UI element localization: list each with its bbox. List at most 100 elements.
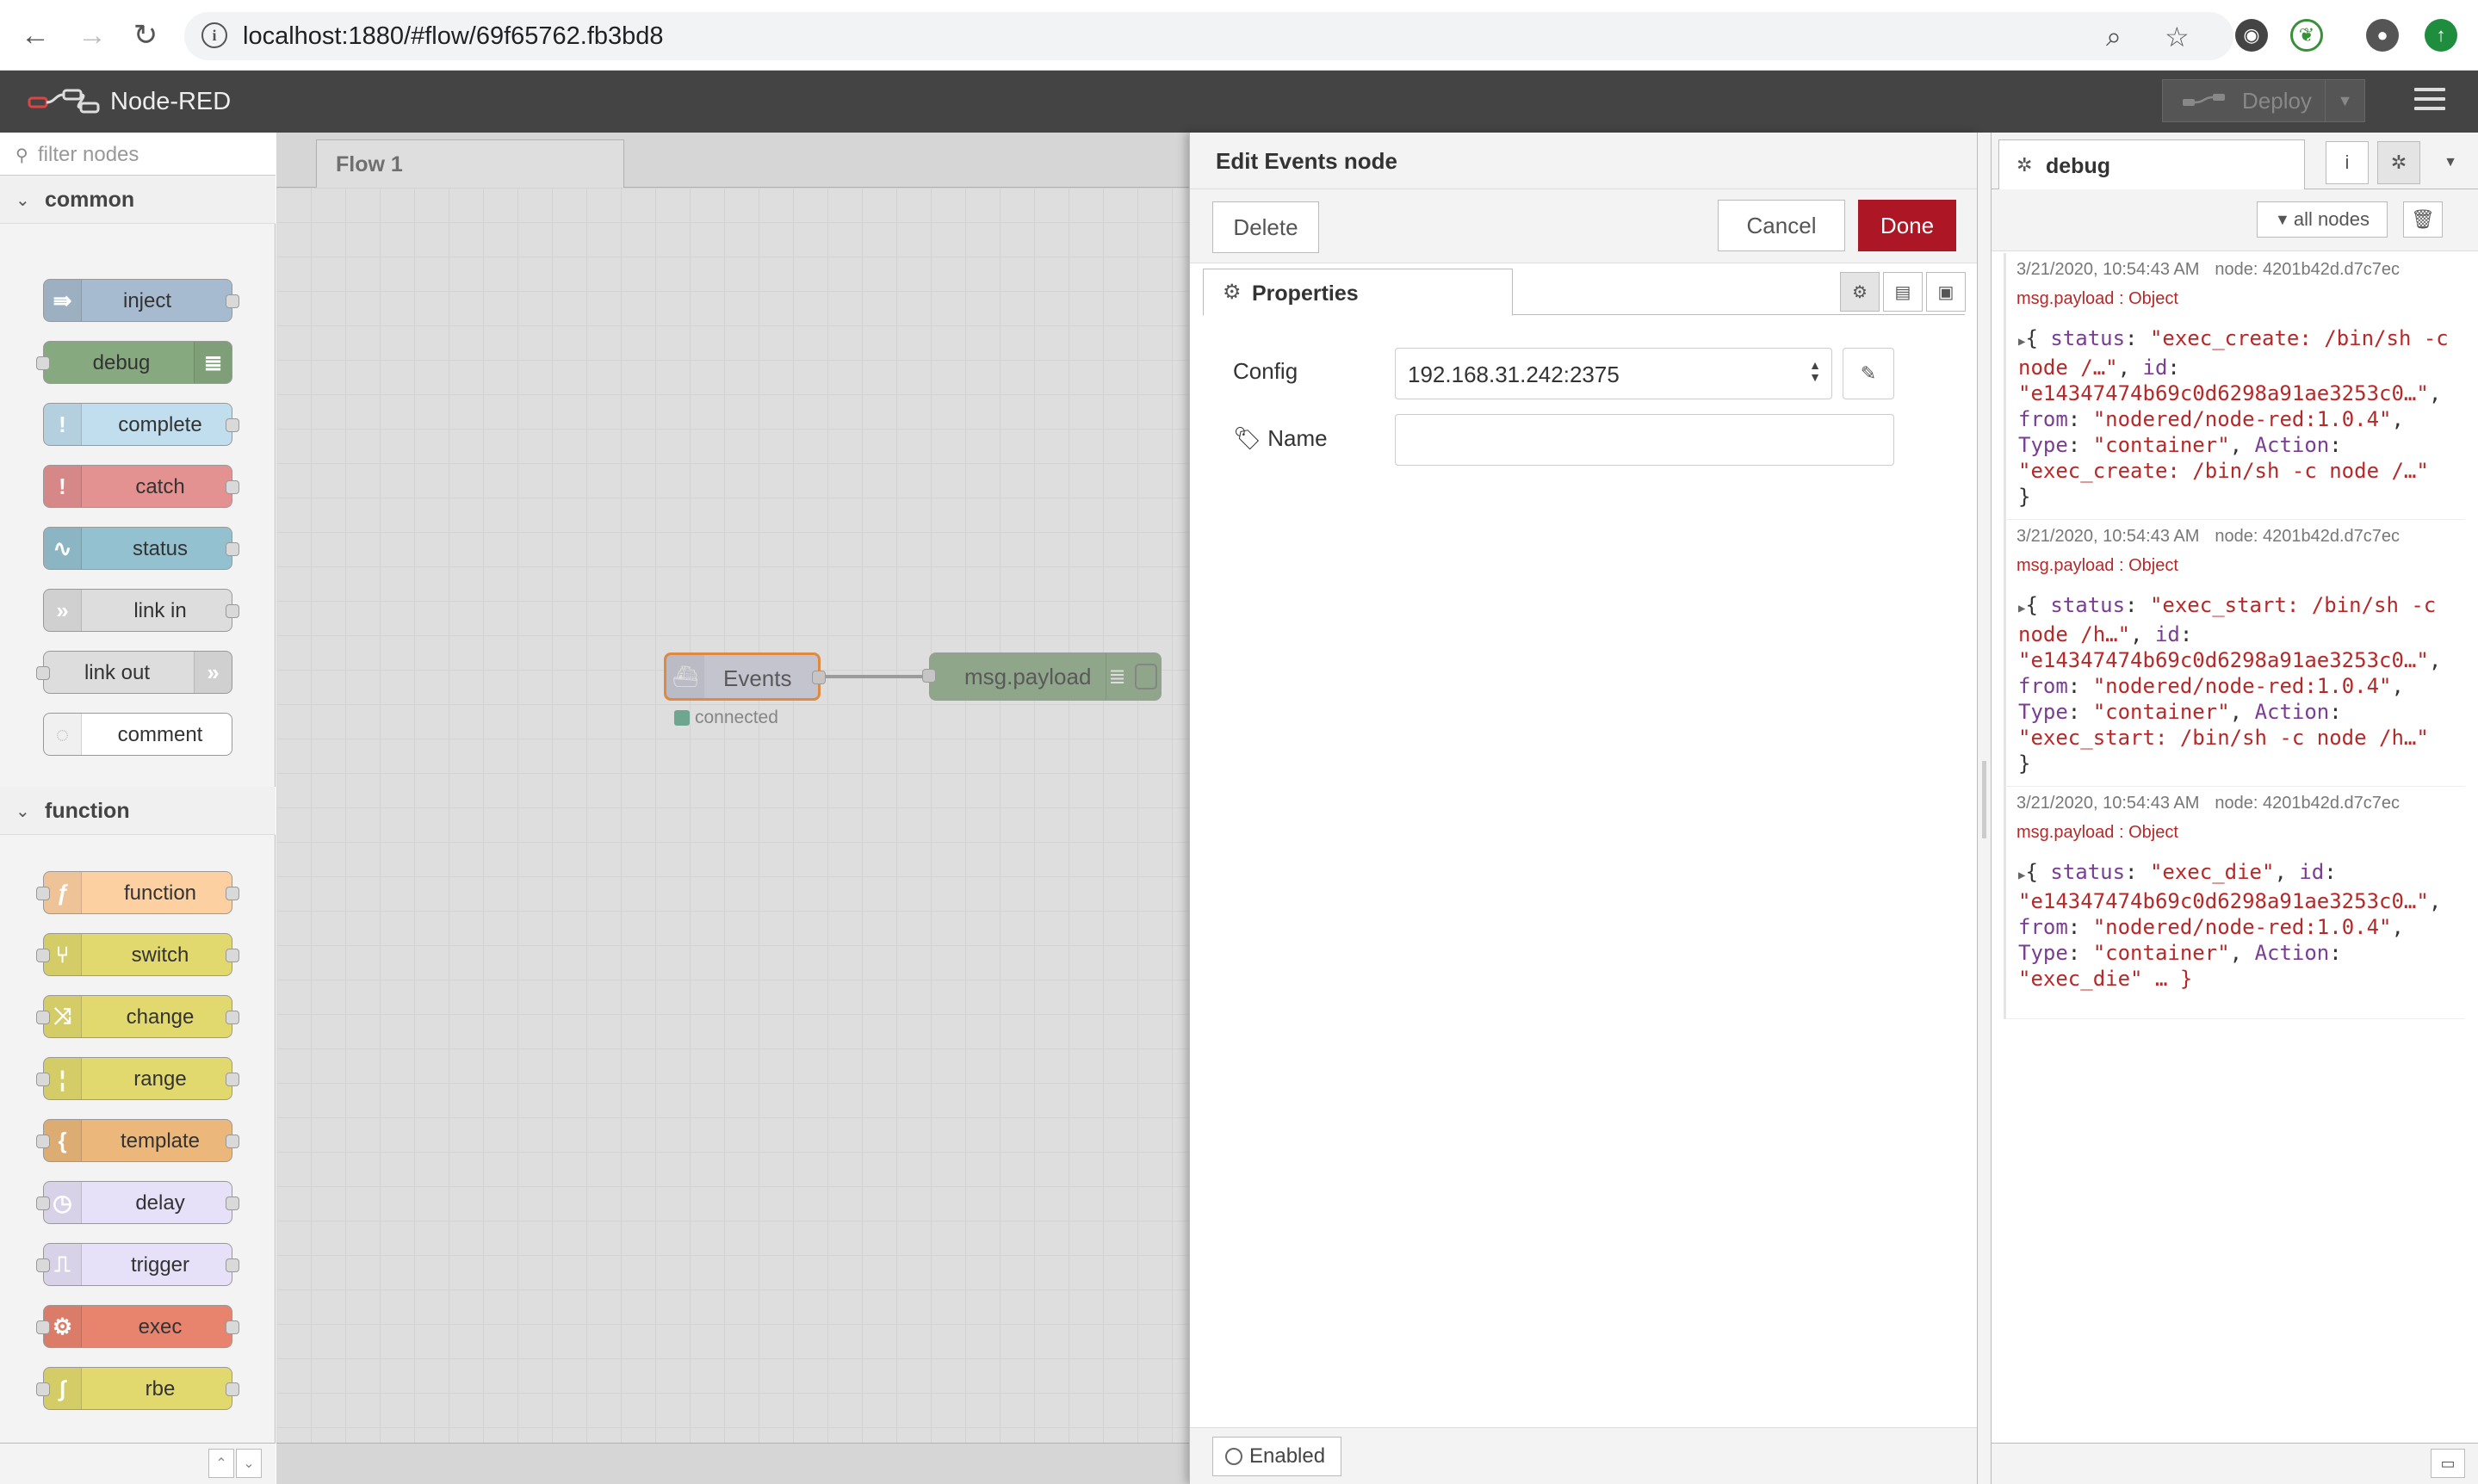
appearance-icon[interactable]: ▣ bbox=[1926, 272, 1966, 312]
palette-node-link-out[interactable]: link out » bbox=[36, 651, 232, 694]
description-doc-icon[interactable]: ▤ bbox=[1883, 272, 1923, 312]
deploy-dropdown-icon[interactable]: ▼ bbox=[2325, 80, 2364, 121]
zoom-icon[interactable]: ⌕ bbox=[2106, 21, 2122, 53]
done-button[interactable]: Done bbox=[1858, 200, 1956, 251]
debug-sidebar: ✲ debug i ✲ ▼ ▼ all nodes 🗑 3/21/2020, 1… bbox=[1991, 133, 2478, 1484]
palette-node-link-in[interactable]: » link in bbox=[43, 589, 239, 632]
tab-properties[interactable]: ⚙ Properties bbox=[1203, 269, 1513, 316]
browser-toolbar: ← → ↻ i localhost:1880/#flow/69f65762.fb… bbox=[0, 0, 2478, 71]
config-select[interactable]: 192.168.31.242:2375 ▲ ▼ bbox=[1395, 348, 1832, 399]
settings-gear-icon[interactable]: ⚙ bbox=[1840, 272, 1880, 312]
hamburger-menu-icon[interactable] bbox=[2414, 88, 2445, 115]
name-input[interactable] bbox=[1395, 414, 1894, 466]
output-port bbox=[226, 604, 239, 618]
filter-nodes-input[interactable]: filter nodes bbox=[38, 143, 139, 167]
palette-node-rbe[interactable]: ∫ rbe bbox=[36, 1367, 239, 1410]
name-label: 🏷 Name bbox=[1233, 425, 1328, 451]
arrow-in-icon: ⇛ bbox=[44, 280, 82, 321]
filter-all-nodes-button[interactable]: ▼ all nodes bbox=[2257, 201, 2388, 238]
sidebar-splitter[interactable] bbox=[1977, 133, 1991, 1484]
input-port bbox=[36, 1135, 50, 1148]
monitor-icon[interactable]: ▭ bbox=[2431, 1449, 2465, 1478]
clear-trash-icon[interactable]: 🗑 bbox=[2403, 201, 2443, 238]
palette-node-function[interactable]: ƒ function bbox=[36, 871, 239, 914]
profile-avatar-icon[interactable]: ● bbox=[2366, 19, 2399, 52]
palette-node-complete[interactable]: ! complete bbox=[43, 403, 239, 446]
palette-node-change[interactable]: ⤨ change bbox=[36, 995, 239, 1038]
tray-footer: Enabled bbox=[1190, 1427, 1978, 1484]
sidebar-dropdown-icon[interactable]: ▼ bbox=[2429, 141, 2472, 184]
forward-arrow-icon[interactable]: → bbox=[72, 15, 112, 55]
enabled-toggle[interactable]: Enabled bbox=[1212, 1437, 1341, 1476]
search-icon: ⚲ bbox=[15, 146, 28, 165]
message-type: msg.payload : Object bbox=[2016, 289, 2178, 308]
collapse-all-icon[interactable]: ⌃ bbox=[208, 1449, 234, 1478]
input-port bbox=[36, 356, 50, 370]
bookmark-star-icon[interactable]: ☆ bbox=[2165, 21, 2190, 53]
tab-debug[interactable]: ✲ debug bbox=[1998, 139, 2305, 190]
output-port bbox=[226, 1073, 239, 1086]
extension-icon[interactable]: ◉ bbox=[2235, 19, 2268, 52]
edit-node-tray: Edit Events node Delete Cancel Done ⚙ Pr… bbox=[1189, 133, 1978, 1484]
output-port bbox=[226, 1382, 239, 1396]
update-icon[interactable]: ↑ bbox=[2425, 19, 2457, 52]
speech-bubble-icon: ◌ bbox=[44, 714, 82, 755]
palette-search[interactable]: ⚲ filter nodes bbox=[0, 133, 276, 176]
back-arrow-icon[interactable]: ← bbox=[15, 15, 55, 55]
input-port bbox=[36, 1320, 50, 1334]
extension-leaf-icon[interactable]: ❦ bbox=[2290, 19, 2323, 52]
message-type: msg.payload : Object bbox=[2016, 556, 2178, 575]
palette-node-template[interactable]: { template bbox=[36, 1119, 239, 1162]
gear-icon: ⚙ bbox=[1223, 281, 1242, 304]
palette-node-range[interactable]: ¦ range bbox=[36, 1057, 239, 1100]
input-port bbox=[36, 1196, 50, 1210]
expand-all-icon[interactable]: ⌄ bbox=[236, 1449, 262, 1478]
tray-header: Edit Events node bbox=[1190, 133, 1978, 189]
sidebar-tabs: ✲ debug i ✲ ▼ bbox=[1992, 133, 2478, 190]
output-port bbox=[226, 294, 239, 308]
debug-message[interactable]: 3/21/2020, 10:54:43 AM node: 4201b42d.d7c… bbox=[2004, 253, 2465, 520]
palette-node-debug[interactable]: debug ≣ bbox=[36, 341, 232, 384]
debug-bug-icon[interactable]: ✲ bbox=[2377, 141, 2420, 184]
output-port bbox=[226, 1320, 239, 1334]
palette-node-delay[interactable]: ◷ delay bbox=[36, 1181, 239, 1224]
link-in-icon: » bbox=[44, 590, 82, 631]
flow-workspace: Flow 1 ⛴ Events connected msg.payload ≣ bbox=[276, 133, 1189, 1484]
palette-node-comment[interactable]: ◌ comment bbox=[43, 713, 232, 756]
site-info-icon[interactable]: i bbox=[201, 22, 227, 48]
pulse-icon: ∿ bbox=[44, 528, 82, 569]
palette-node-trigger[interactable]: ⎍ trigger bbox=[36, 1243, 239, 1286]
node-red-logo-icon bbox=[28, 89, 100, 114]
category-common-header[interactable]: ⌄ common bbox=[0, 176, 276, 224]
output-port bbox=[226, 1196, 239, 1210]
debug-toolbar: ▼ all nodes 🗑 bbox=[1992, 189, 2478, 251]
address-bar[interactable]: i localhost:1880/#flow/69f65762.fb3bd8 ⌕… bbox=[184, 12, 2233, 60]
debug-message[interactable]: 3/21/2020, 10:54:43 AM node: 4201b42d.d7c… bbox=[2004, 787, 2465, 1019]
deploy-button[interactable]: Deploy ▼ bbox=[2162, 79, 2365, 122]
cancel-button[interactable]: Cancel bbox=[1718, 200, 1845, 251]
palette-node-catch[interactable]: ! catch bbox=[43, 465, 239, 508]
palette-node-switch[interactable]: ⑂ switch bbox=[36, 933, 239, 976]
circle-icon bbox=[1225, 1448, 1242, 1465]
message-timestamp: 3/21/2020, 10:54:43 AM bbox=[2016, 260, 2200, 279]
bug-icon: ✲ bbox=[2016, 154, 2033, 176]
link-out-icon: » bbox=[194, 652, 232, 693]
message-type: msg.payload : Object bbox=[2016, 823, 2178, 842]
exclamation-icon: ! bbox=[44, 404, 82, 445]
reload-icon[interactable]: ↻ bbox=[126, 15, 165, 55]
app-title: Node-RED bbox=[110, 88, 232, 115]
edit-config-pencil-icon[interactable]: ✎ bbox=[1843, 348, 1894, 399]
palette-node-exec[interactable]: ⚙ exec bbox=[36, 1305, 239, 1348]
output-port bbox=[226, 949, 239, 962]
palette-node-inject[interactable]: ⇛ inject bbox=[43, 279, 239, 322]
category-function-header[interactable]: ⌄ function bbox=[0, 787, 276, 835]
output-port bbox=[226, 1135, 239, 1148]
input-port bbox=[36, 1011, 50, 1024]
palette-node-status[interactable]: ∿ status bbox=[43, 527, 239, 570]
url-text[interactable]: localhost:1880/#flow/69f65762.fb3bd8 bbox=[243, 22, 664, 51]
debug-message[interactable]: 3/21/2020, 10:54:43 AM node: 4201b42d.d7c… bbox=[2004, 520, 2465, 787]
tray-title: Edit Events node bbox=[1216, 148, 1397, 174]
info-icon[interactable]: i bbox=[2326, 141, 2369, 184]
delete-button[interactable]: Delete bbox=[1212, 201, 1319, 253]
sidebar-footer: ▭ bbox=[1992, 1443, 2478, 1484]
